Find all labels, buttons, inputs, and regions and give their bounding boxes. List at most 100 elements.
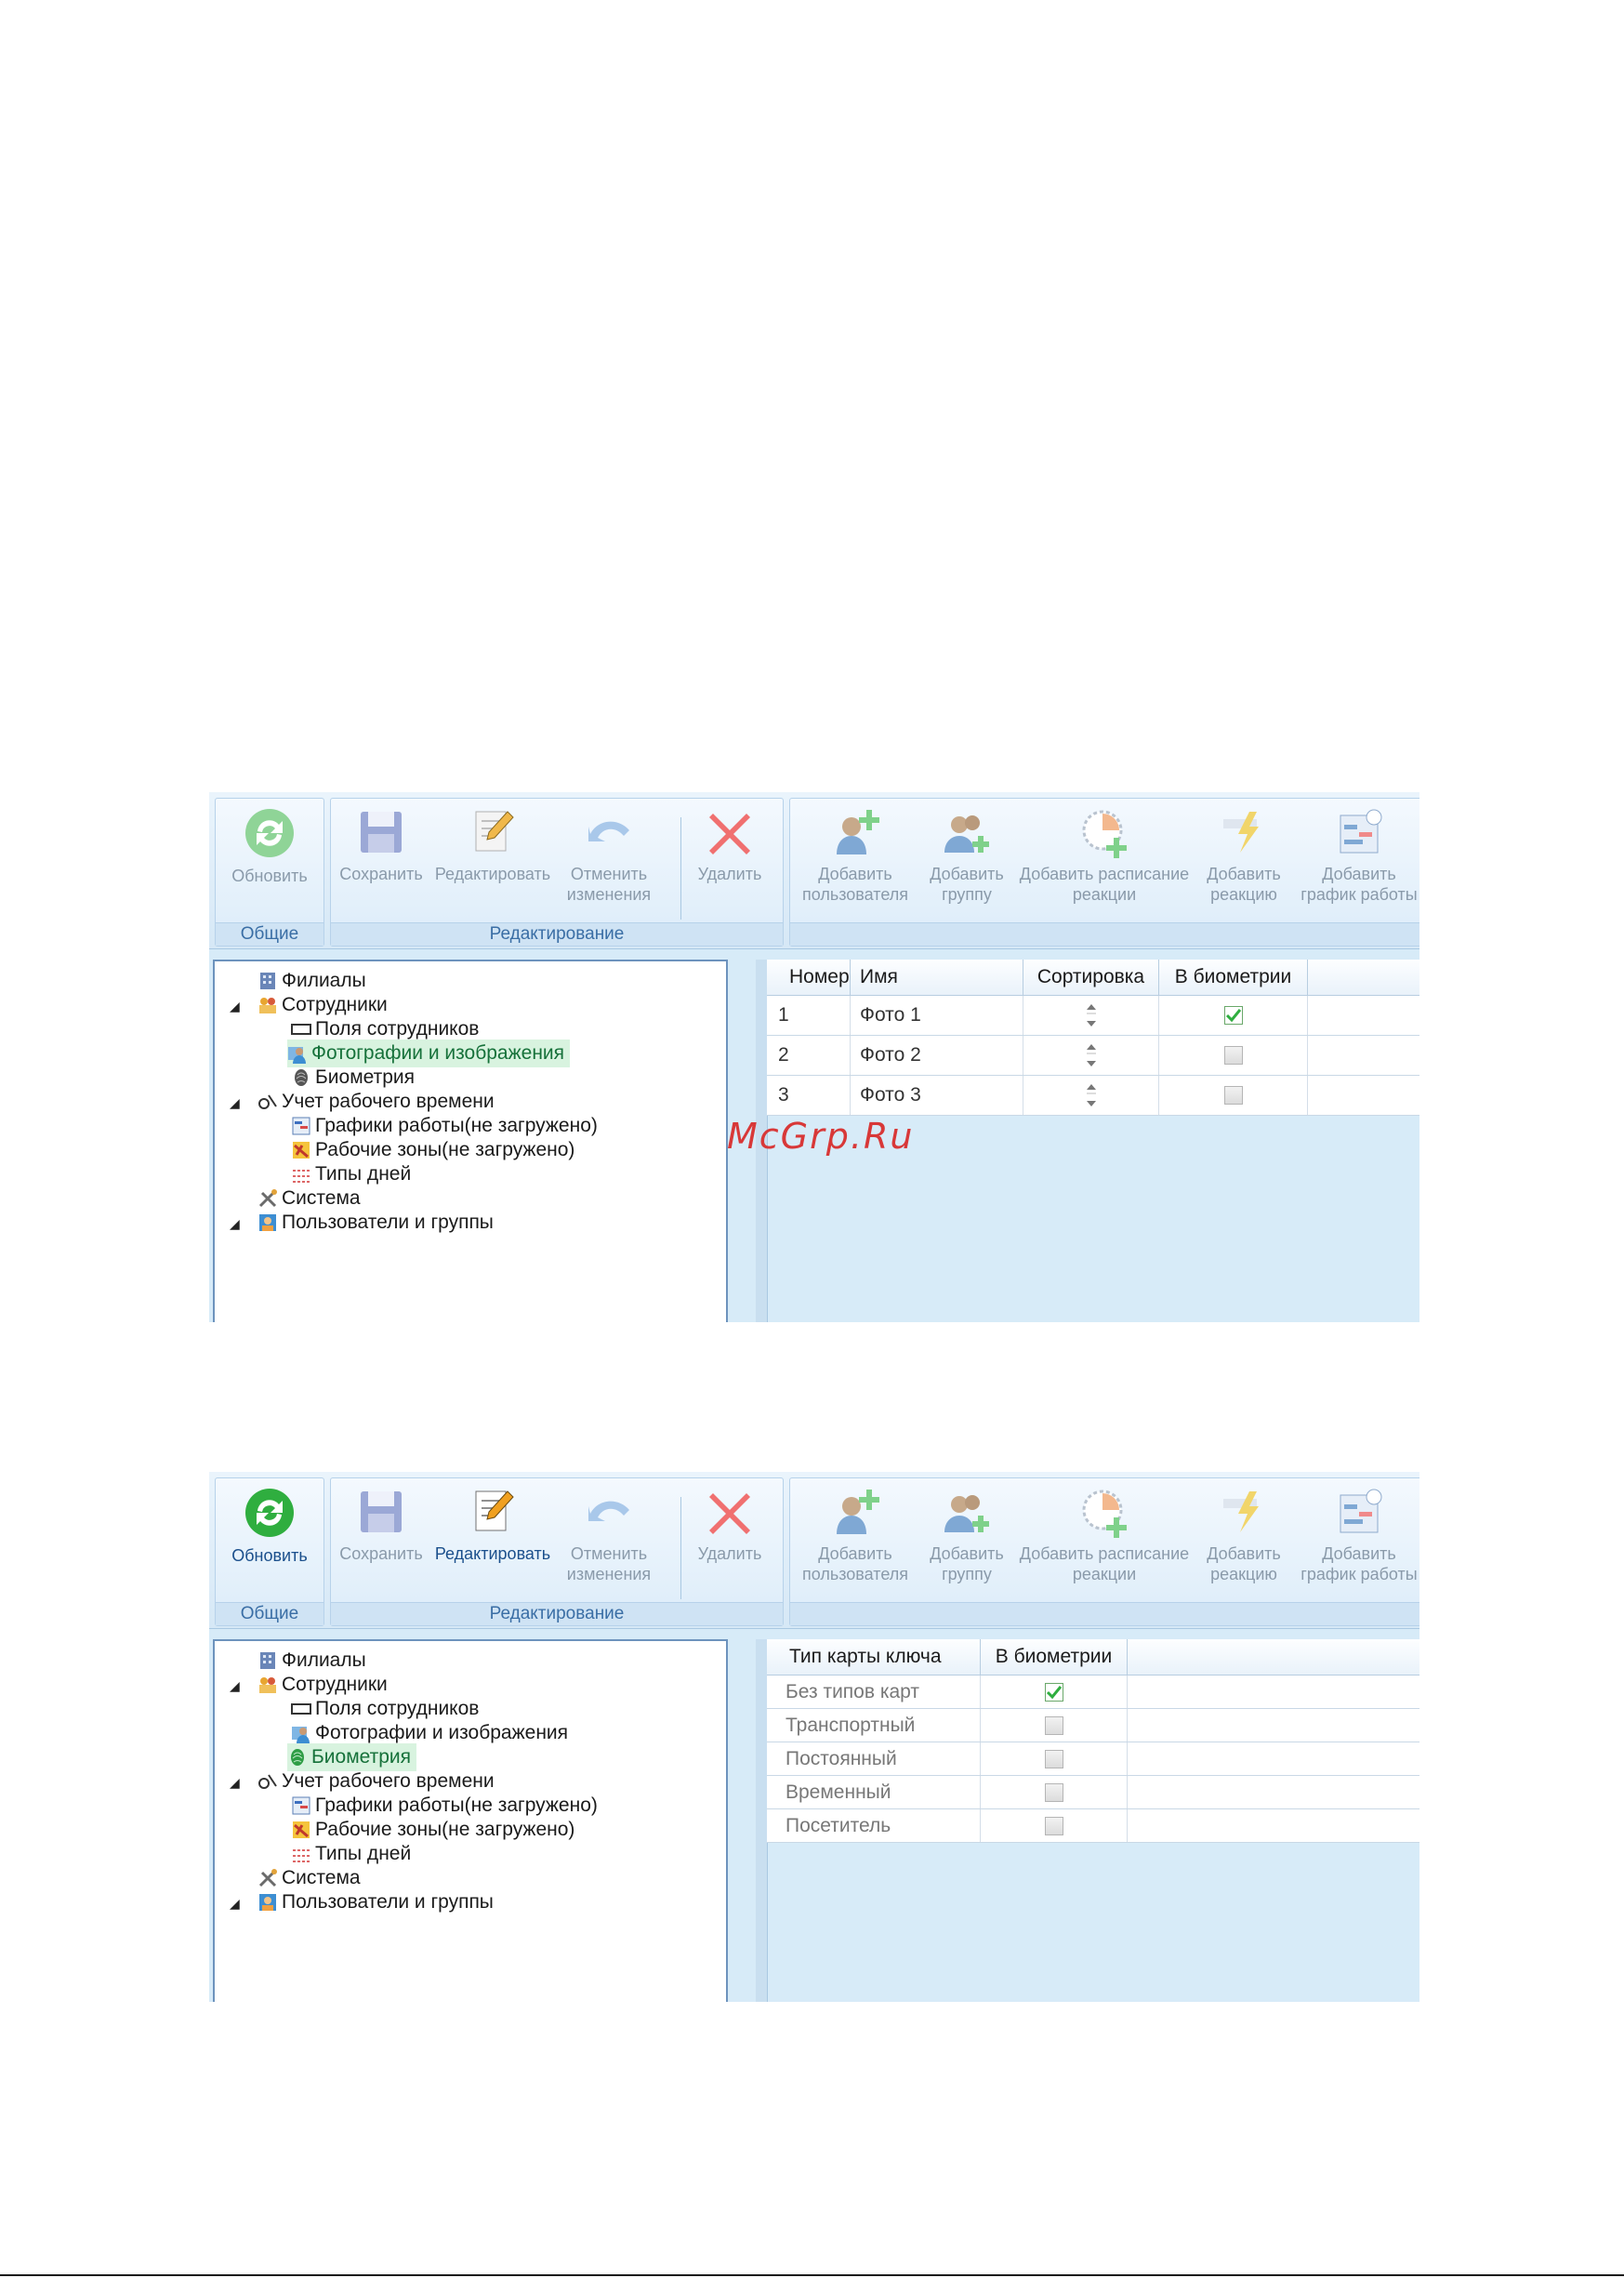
biometrics-checkbox[interactable] <box>1044 1816 1063 1835</box>
column-sort[interactable]: Сортировка <box>1023 960 1159 995</box>
collapse-arrow-icon[interactable]: ◢ <box>230 1678 240 1694</box>
table-row[interactable]: 2 Фото 2 <box>767 1036 1419 1076</box>
biometrics-checkbox[interactable] <box>1044 1749 1063 1768</box>
tree-label: Учет рабочего времени <box>282 1091 495 1112</box>
save-button[interactable]: Сохранить <box>335 806 428 884</box>
add-user-icon <box>837 1490 879 1534</box>
table-row[interactable]: Без типов карт <box>767 1675 1419 1709</box>
delete-label: Удалить <box>697 1544 762 1563</box>
cell-in-biometrics <box>981 1776 1128 1808</box>
fingerprint-icon <box>291 1749 304 1766</box>
employees-icon <box>259 998 276 1013</box>
add-user-icon <box>837 810 879 854</box>
cell-card-type[interactable]: Без типов карт <box>767 1675 981 1708</box>
users-groups-icon <box>259 1894 276 1911</box>
refresh-button[interactable]: Обновить <box>223 806 316 886</box>
edit-document-icon <box>475 1490 514 1531</box>
add-reaction-schedule-button[interactable]: Добавить расписание реакции <box>1015 1486 1194 1584</box>
delete-button[interactable]: Удалить <box>688 806 772 884</box>
grid-header: Тип карты ключа В биометрии <box>767 1639 1419 1675</box>
biometrics-checkbox-checked[interactable] <box>1223 1006 1243 1025</box>
collapse-arrow-icon[interactable]: ◢ <box>230 1095 240 1111</box>
cell-in-biometrics <box>1159 1036 1308 1075</box>
column-number[interactable]: Номер <box>767 960 851 995</box>
biometrics-checkbox[interactable] <box>1044 1782 1063 1802</box>
add-reaction-schedule-button[interactable]: Добавить расписание реакции <box>1015 806 1194 905</box>
undo-button[interactable]: Отменить изменения <box>558 806 660 905</box>
biometrics-checkbox-checked[interactable] <box>1044 1682 1063 1702</box>
cell-in-biometrics <box>981 1742 1128 1775</box>
tree-node-users-groups[interactable]: Пользователи и группы <box>257 1888 494 1916</box>
refresh-icon <box>245 1489 294 1537</box>
tree-label: Графики работы(не загружено) <box>315 1795 598 1816</box>
add-reaction-button[interactable]: Добавить реакцию <box>1197 1486 1290 1584</box>
cell-sort[interactable] <box>1023 996 1159 1035</box>
table-row[interactable]: Временный <box>767 1776 1419 1809</box>
ribbon-group-editing: Сохранить Редактировать Отменить изменен… <box>330 798 784 947</box>
column-in-biometrics[interactable]: В биометрии <box>981 1639 1128 1675</box>
fingerprint-icon <box>295 1069 308 1086</box>
cell-name[interactable]: Фото 1 <box>851 996 1023 1035</box>
tools-icon <box>258 1869 277 1887</box>
table-row[interactable]: 1 Фото 1 <box>767 996 1419 1036</box>
table-row[interactable]: Транспортный <box>767 1709 1419 1742</box>
group-editing-caption: Редактирование <box>331 922 783 946</box>
biometrics-checkbox[interactable] <box>1223 1046 1243 1065</box>
floppy-disk-icon <box>361 1491 402 1532</box>
undo-button[interactable]: Отменить изменения <box>558 1486 660 1584</box>
day-types-icon <box>293 1170 310 1183</box>
edit-button[interactable]: Редактировать <box>431 1486 554 1564</box>
schedule-calendar-icon <box>1340 809 1382 854</box>
screenshot-biometrics: Обновить Общие Сохранить Редактировать О… <box>209 1472 1419 2002</box>
biometrics-checkbox[interactable] <box>1223 1086 1243 1105</box>
column-name[interactable]: Имя <box>851 960 1023 995</box>
add-group-label: Добавить группу <box>930 865 1004 904</box>
field-box-icon <box>291 1703 311 1715</box>
collapse-arrow-icon[interactable]: ◢ <box>230 1216 240 1232</box>
add-work-schedule-button[interactable]: Добавить график работы <box>1294 1486 1419 1584</box>
cell-card-type[interactable]: Транспортный <box>767 1709 981 1742</box>
collapse-arrow-icon[interactable]: ◢ <box>230 1775 240 1791</box>
delete-label: Удалить <box>697 865 762 883</box>
clock-add-icon <box>1082 810 1127 858</box>
add-user-button[interactable]: Добавить пользователя <box>796 1486 915 1584</box>
cell-name[interactable]: Фото 2 <box>851 1036 1023 1075</box>
cell-sort[interactable] <box>1023 1036 1159 1075</box>
table-row[interactable]: Посетитель <box>767 1809 1419 1843</box>
table-row[interactable]: 3 Фото 3 <box>767 1076 1419 1116</box>
column-card-type[interactable]: Тип карты ключа <box>767 1639 981 1675</box>
table-row[interactable]: Постоянный <box>767 1742 1419 1776</box>
tree-node-users-groups[interactable]: Пользователи и группы <box>257 1209 494 1237</box>
add-work-schedule-button[interactable]: Добавить график работы <box>1294 806 1419 905</box>
sort-arrows-icon[interactable] <box>1085 1082 1098 1108</box>
cell-name[interactable]: Фото 3 <box>851 1076 1023 1115</box>
add-reaction-button[interactable]: Добавить реакцию <box>1197 806 1290 905</box>
refresh-label: Обновить <box>231 1546 308 1565</box>
column-in-biometrics[interactable]: В биометрии <box>1159 960 1308 995</box>
photo-person-icon <box>288 1047 306 1064</box>
add-user-button[interactable]: Добавить пользователя <box>796 806 915 905</box>
save-button[interactable]: Сохранить <box>335 1486 428 1564</box>
cell-number[interactable]: 1 <box>767 996 851 1035</box>
tree-label: Система <box>282 1187 361 1209</box>
cell-number[interactable]: 2 <box>767 1036 851 1075</box>
cell-sort[interactable] <box>1023 1076 1159 1115</box>
add-group-button[interactable]: Добавить группу <box>922 1486 1011 1584</box>
cell-number[interactable]: 3 <box>767 1076 851 1115</box>
sort-arrows-icon[interactable] <box>1085 1002 1098 1028</box>
cell-card-type[interactable]: Постоянный <box>767 1742 981 1775</box>
refresh-button[interactable]: Обновить <box>223 1486 316 1566</box>
add-user-label: Добавить пользователя <box>802 1544 908 1583</box>
screenshot-photos: Обновить Общие Сохранить Редактировать О… <box>209 792 1419 1322</box>
edit-button[interactable]: Редактировать <box>431 806 554 884</box>
biometrics-checkbox[interactable] <box>1044 1715 1063 1735</box>
collapse-arrow-icon[interactable]: ◢ <box>230 1896 240 1912</box>
cell-card-type[interactable]: Посетитель <box>767 1809 981 1842</box>
sort-arrows-icon[interactable] <box>1085 1042 1098 1068</box>
group-editing-caption: Редактирование <box>331 1602 783 1625</box>
add-work-schedule-label: Добавить график работы <box>1301 1544 1418 1583</box>
delete-button[interactable]: Удалить <box>688 1486 772 1564</box>
add-group-button[interactable]: Добавить группу <box>922 806 1011 905</box>
cell-card-type[interactable]: Временный <box>767 1776 981 1808</box>
collapse-arrow-icon[interactable]: ◢ <box>230 999 240 1014</box>
